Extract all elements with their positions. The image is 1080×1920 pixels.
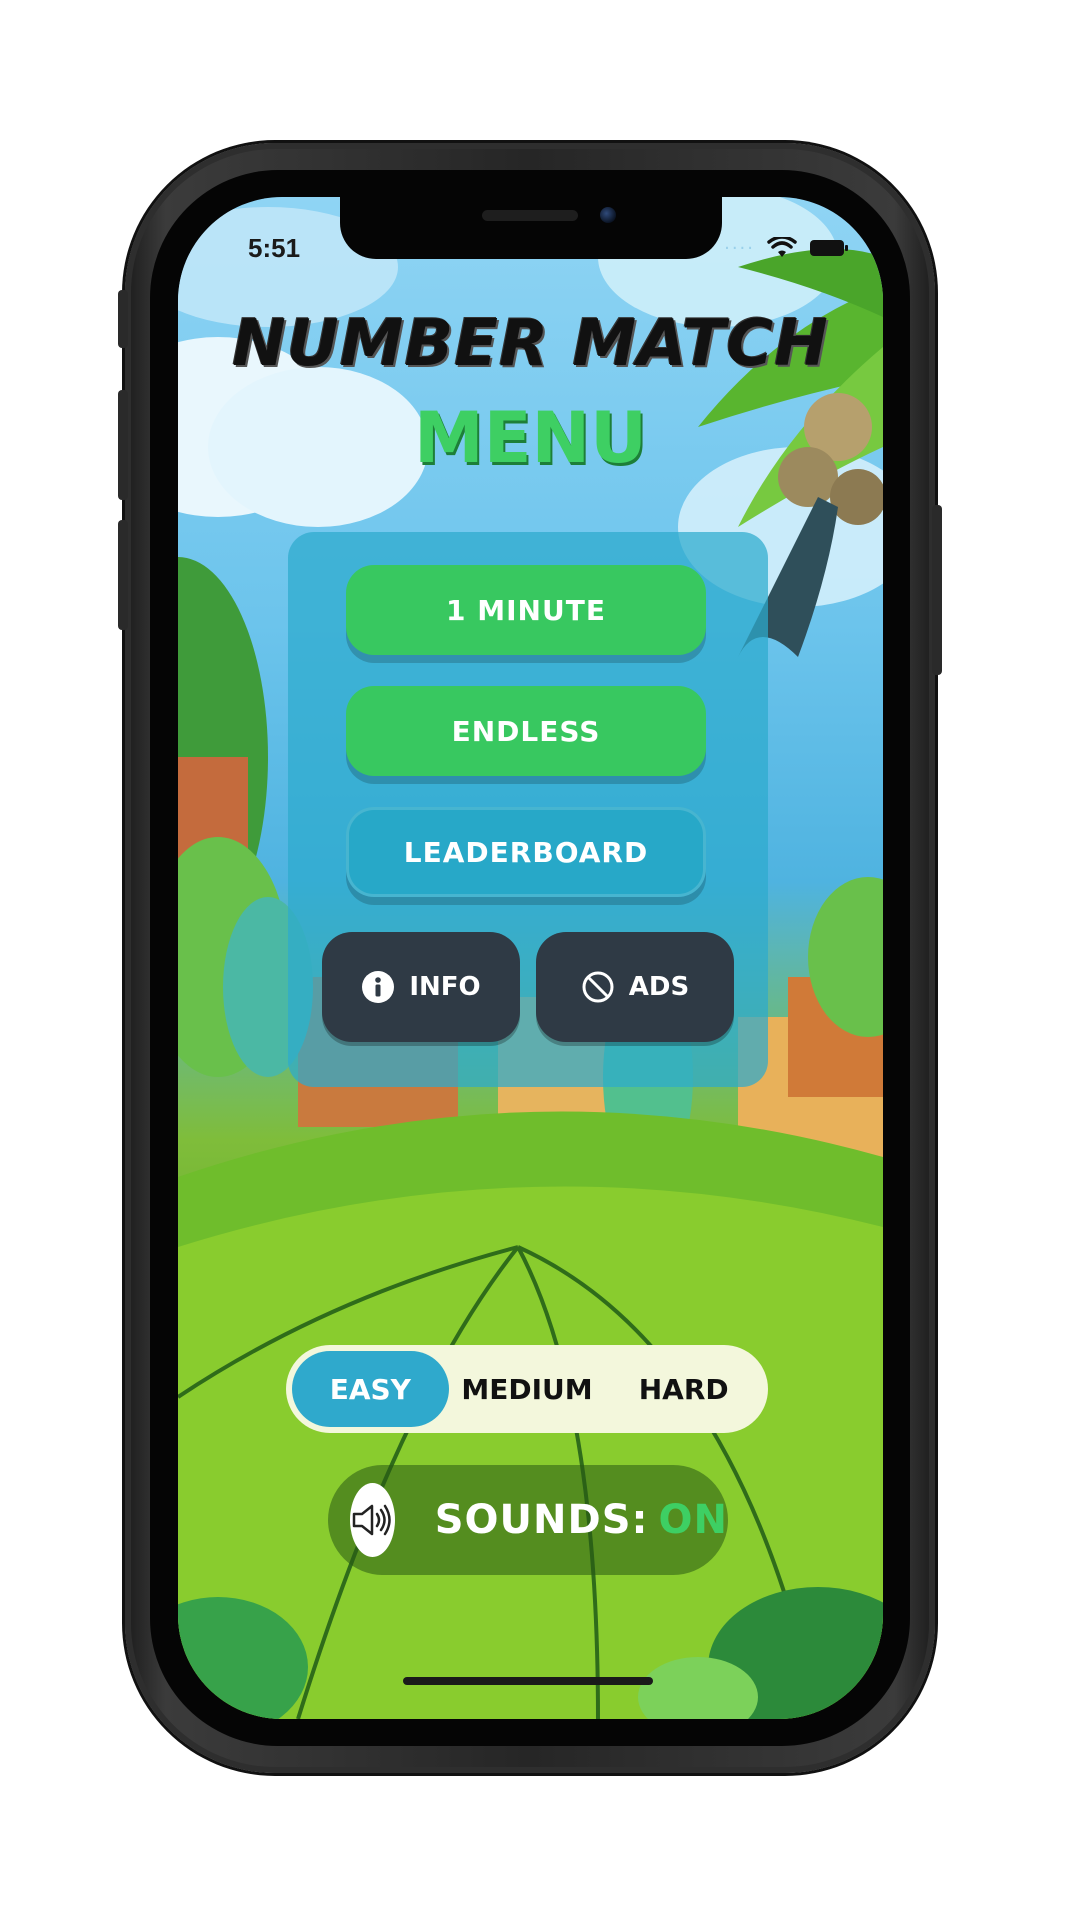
side-button [118, 390, 128, 500]
side-button [118, 290, 128, 348]
signal-dots-icon: ···· [724, 237, 755, 259]
battery-icon [810, 240, 848, 256]
ads-label: ADS [628, 972, 690, 1002]
status-time: 5:51 [248, 233, 301, 263]
leaderboard-button[interactable]: LEADERBOARD [346, 807, 706, 897]
status-icons: ···· [724, 237, 849, 259]
game-title: NUMBER MATCH [232, 307, 829, 381]
ads-button[interactable]: ADS [536, 932, 734, 1042]
phone-notch [340, 197, 722, 259]
difficulty-hard[interactable]: HARD [605, 1351, 762, 1427]
side-button [932, 505, 942, 675]
difficulty-easy[interactable]: EASY [292, 1351, 449, 1427]
side-button [118, 520, 128, 630]
endless-button[interactable]: ENDLESS [346, 686, 706, 776]
app-stage: 5:51 ···· NUMBER MATCH MENU 1 MINUTE END… [0, 0, 1080, 1920]
info-button[interactable]: INFO [322, 932, 520, 1042]
sounds-label-text: SOUNDS: [434, 1497, 649, 1543]
one-minute-button[interactable]: 1 MINUTE [346, 565, 706, 655]
sounds-label: SOUNDS: ON [435, 1497, 728, 1543]
speaker-icon [353, 1504, 392, 1536]
wifi-icon [767, 237, 797, 257]
difficulty-selector: EASY MEDIUM HARD [286, 1345, 768, 1433]
earpiece-speaker [482, 210, 578, 221]
menu-title: MENU [414, 397, 647, 479]
home-indicator[interactable] [403, 1677, 653, 1685]
phone-screen: 5:51 ···· NUMBER MATCH MENU 1 MINUTE END… [178, 197, 883, 1719]
sound-toggle[interactable]: SOUNDS: ON [328, 1465, 728, 1575]
front-camera [600, 207, 616, 223]
sound-button[interactable] [350, 1483, 395, 1557]
menu-panel: 1 MINUTE ENDLESS LEADERBOARD INFO ADS [288, 532, 768, 1087]
info-icon [362, 971, 395, 1003]
no-ads-icon [582, 971, 614, 1003]
difficulty-medium[interactable]: MEDIUM [449, 1351, 606, 1427]
sounds-state: ON [658, 1497, 728, 1543]
info-label: INFO [409, 972, 481, 1002]
